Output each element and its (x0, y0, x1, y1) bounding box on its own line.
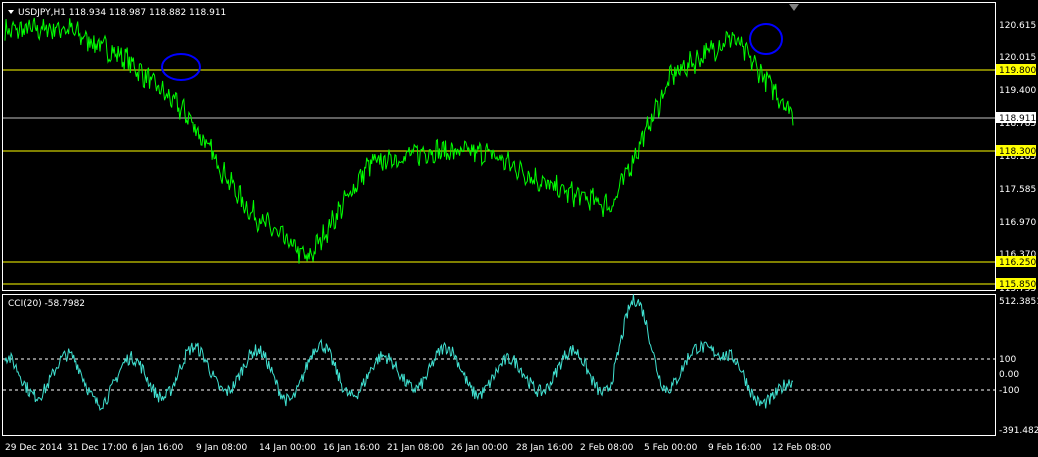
time-label: 2 Feb 08:00 (580, 443, 634, 453)
price-tick-label: 117.585 (999, 185, 1036, 195)
chart-window[interactable]: USDJPY,H1 118.934 118.987 118.882 118.91… (0, 0, 1038, 457)
cci-tick-label: 100 (999, 355, 1016, 365)
price-tick-label: 120.015 (999, 53, 1036, 63)
time-label: 9 Feb 16:00 (708, 443, 762, 453)
price-axis: 120.615 120.015 119.400 118.785 118.185 … (996, 21, 1036, 294)
annotation-ellipse-left[interactable] (161, 53, 201, 81)
cci-series-line[interactable] (4, 294, 794, 411)
cci-tick-label: -100 (999, 386, 1020, 396)
price-tick-label: 116.970 (999, 218, 1036, 228)
price-series-line[interactable] (4, 17, 794, 264)
chart-shift-marker-icon[interactable] (789, 4, 799, 11)
cci-axis: 512.3851 100 0.00 -100 -391.4824 (999, 297, 1038, 436)
time-label: 31 Dec 17:00 (67, 443, 128, 453)
hline-label-119800: 119.800 (999, 66, 1036, 76)
time-label: 16 Jan 16:00 (323, 443, 380, 453)
price-tick-label: 119.400 (999, 86, 1036, 96)
current-price-label: 118.911 (999, 114, 1036, 124)
time-label: 6 Jan 16:00 (132, 443, 184, 453)
time-label: 21 Jan 08:00 (387, 443, 444, 453)
annotation-ellipse-right[interactable] (749, 23, 783, 55)
menu-triangle-icon[interactable] (8, 10, 14, 14)
symbol-header: USDJPY,H1 118.934 118.987 118.882 118.91… (18, 8, 226, 18)
time-label: 12 Feb 08:00 (772, 443, 831, 453)
time-label: 9 Jan 08:00 (196, 443, 248, 453)
cci-tick-label: 512.3851 (999, 297, 1038, 307)
hline-label-115850: 115.850 (999, 280, 1036, 290)
time-label: 5 Feb 00:00 (644, 443, 698, 453)
hline-label-116250: 116.250 (999, 258, 1036, 268)
hline-label-118300: 118.300 (999, 147, 1036, 157)
indicator-header: CCI(20) -58.7982 (8, 299, 85, 309)
time-label: 29 Dec 2014 (5, 443, 63, 453)
time-label: 26 Jan 00:00 (451, 443, 508, 453)
time-axis: 29 Dec 2014 31 Dec 17:00 6 Jan 16:00 9 J… (5, 443, 831, 453)
time-label: 14 Jan 00:00 (259, 443, 316, 453)
price-tick-label: 120.615 (999, 21, 1036, 31)
time-label: 28 Jan 16:00 (516, 443, 573, 453)
cci-tick-label: 0.00 (999, 370, 1019, 380)
cci-tick-label: -391.4824 (999, 426, 1038, 436)
price-panel-frame (2, 2, 996, 291)
